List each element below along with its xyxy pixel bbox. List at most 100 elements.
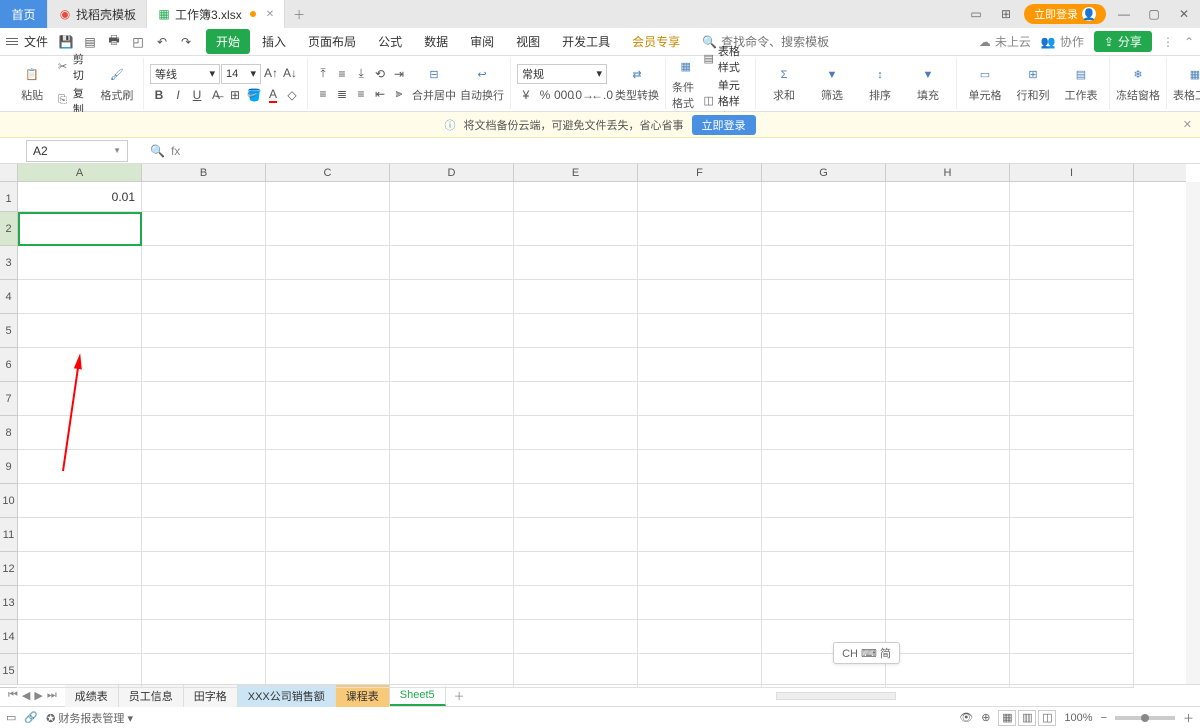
tab-vip[interactable]: 会员专享 bbox=[622, 29, 690, 54]
cell[interactable] bbox=[1010, 518, 1134, 552]
cell[interactable] bbox=[514, 382, 638, 416]
cell[interactable] bbox=[762, 382, 886, 416]
cell-button[interactable]: ▭单元格 bbox=[963, 65, 1007, 103]
cell[interactable] bbox=[762, 280, 886, 314]
wrap-button[interactable]: ↩自动换行 bbox=[460, 65, 504, 103]
print-icon[interactable]: 🖶 bbox=[106, 34, 122, 50]
thousands-button[interactable]: 000 bbox=[555, 86, 573, 104]
redo-icon[interactable]: ↷ bbox=[178, 34, 194, 50]
cell[interactable] bbox=[390, 484, 514, 518]
sheet-tab-5[interactable]: Sheet5 bbox=[390, 686, 446, 706]
cell[interactable] bbox=[266, 450, 390, 484]
cell[interactable] bbox=[266, 348, 390, 382]
cell[interactable] bbox=[142, 654, 266, 688]
cell[interactable] bbox=[390, 620, 514, 654]
cell[interactable] bbox=[390, 212, 514, 246]
cell[interactable] bbox=[514, 654, 638, 688]
indent-inc-button[interactable]: ⇥ bbox=[390, 65, 408, 83]
col-header-h[interactable]: H bbox=[886, 164, 1010, 181]
cell[interactable] bbox=[266, 314, 390, 348]
cell[interactable] bbox=[514, 212, 638, 246]
sheet-last-icon[interactable]: ⏭ bbox=[47, 689, 57, 702]
tab-formula[interactable]: 公式 bbox=[368, 29, 412, 54]
cell[interactable] bbox=[638, 518, 762, 552]
add-sheet-button[interactable]: ＋ bbox=[446, 688, 473, 704]
cell[interactable] bbox=[638, 212, 762, 246]
cell[interactable] bbox=[886, 654, 1010, 688]
hamburger-icon[interactable] bbox=[6, 38, 18, 45]
file-menu[interactable]: 文件 bbox=[24, 33, 48, 50]
cell[interactable] bbox=[886, 484, 1010, 518]
cell[interactable] bbox=[762, 246, 886, 280]
cell[interactable] bbox=[142, 182, 266, 212]
cell[interactable] bbox=[1010, 348, 1134, 382]
cell[interactable] bbox=[266, 246, 390, 280]
cell[interactable] bbox=[266, 280, 390, 314]
row-header-4[interactable]: 4 bbox=[0, 280, 17, 314]
sheet-next-icon[interactable]: ▶ bbox=[34, 689, 42, 702]
cell[interactable] bbox=[266, 382, 390, 416]
zoom-out-button[interactable]: − bbox=[1101, 712, 1107, 724]
align-bottom-button[interactable]: ⤓ bbox=[352, 65, 370, 83]
cell[interactable] bbox=[266, 484, 390, 518]
cells-area[interactable]: 0.01 bbox=[18, 182, 1186, 684]
cell[interactable] bbox=[886, 586, 1010, 620]
cell[interactable] bbox=[18, 314, 142, 348]
cell[interactable] bbox=[886, 182, 1010, 212]
cell[interactable] bbox=[266, 620, 390, 654]
currency-button[interactable]: ¥ bbox=[517, 86, 535, 104]
tab-start[interactable]: 开始 bbox=[206, 29, 250, 54]
cell[interactable] bbox=[762, 552, 886, 586]
cell[interactable] bbox=[514, 484, 638, 518]
cell[interactable] bbox=[390, 280, 514, 314]
cell[interactable] bbox=[1010, 484, 1134, 518]
cond-format-button[interactable]: ▦条件格式 bbox=[672, 57, 699, 111]
col-header-a[interactable]: A bbox=[18, 164, 142, 181]
row-header-14[interactable]: 14 bbox=[0, 620, 17, 654]
collab-button[interactable]: 👥 协作 bbox=[1041, 33, 1084, 50]
cell[interactable] bbox=[886, 620, 1010, 654]
cell[interactable] bbox=[886, 416, 1010, 450]
cell[interactable] bbox=[1010, 314, 1134, 348]
percent-button[interactable]: % bbox=[536, 86, 554, 104]
decimal-inc-button[interactable]: .0→ bbox=[574, 86, 592, 104]
italic-button[interactable]: I bbox=[169, 86, 187, 104]
tab-review[interactable]: 审阅 bbox=[460, 29, 504, 54]
col-header-d[interactable]: D bbox=[390, 164, 514, 181]
col-header-e[interactable]: E bbox=[514, 164, 638, 181]
home-tab[interactable]: 首页 bbox=[0, 0, 48, 28]
cell[interactable] bbox=[886, 450, 1010, 484]
cell[interactable] bbox=[638, 620, 762, 654]
cell[interactable] bbox=[18, 246, 142, 280]
decimal-dec-button[interactable]: ←.0 bbox=[593, 86, 611, 104]
row-header-6[interactable]: 6 bbox=[0, 348, 17, 382]
cell[interactable] bbox=[266, 518, 390, 552]
cell[interactable] bbox=[514, 182, 638, 212]
cell[interactable] bbox=[514, 552, 638, 586]
cell[interactable] bbox=[886, 348, 1010, 382]
number-format-select[interactable]: 常规▾ bbox=[517, 64, 607, 84]
cell[interactable] bbox=[142, 416, 266, 450]
cell[interactable] bbox=[142, 246, 266, 280]
cell[interactable] bbox=[142, 450, 266, 484]
cell[interactable] bbox=[390, 586, 514, 620]
tab-data[interactable]: 数据 bbox=[414, 29, 458, 54]
notif-login-button[interactable]: 立即登录 bbox=[692, 115, 756, 135]
sheet-prev-icon[interactable]: ◀ bbox=[22, 689, 30, 702]
cell[interactable] bbox=[1010, 586, 1134, 620]
cell[interactable] bbox=[266, 416, 390, 450]
cell[interactable] bbox=[886, 382, 1010, 416]
align-top-button[interactable]: ⤒ bbox=[314, 65, 332, 83]
cell[interactable] bbox=[266, 212, 390, 246]
cell[interactable] bbox=[638, 280, 762, 314]
cell[interactable] bbox=[18, 654, 142, 688]
cell[interactable] bbox=[266, 552, 390, 586]
orientation-button[interactable]: ⟲ bbox=[371, 65, 389, 83]
border-button[interactable]: ⊞ bbox=[226, 86, 244, 104]
bold-button[interactable]: B bbox=[150, 86, 168, 104]
row-header-1[interactable]: 1 bbox=[0, 182, 17, 212]
cell[interactable] bbox=[390, 348, 514, 382]
row-header-13[interactable]: 13 bbox=[0, 586, 17, 620]
close-window-button[interactable]: ✕ bbox=[1172, 2, 1196, 26]
save-icon[interactable]: 💾 bbox=[58, 34, 74, 50]
